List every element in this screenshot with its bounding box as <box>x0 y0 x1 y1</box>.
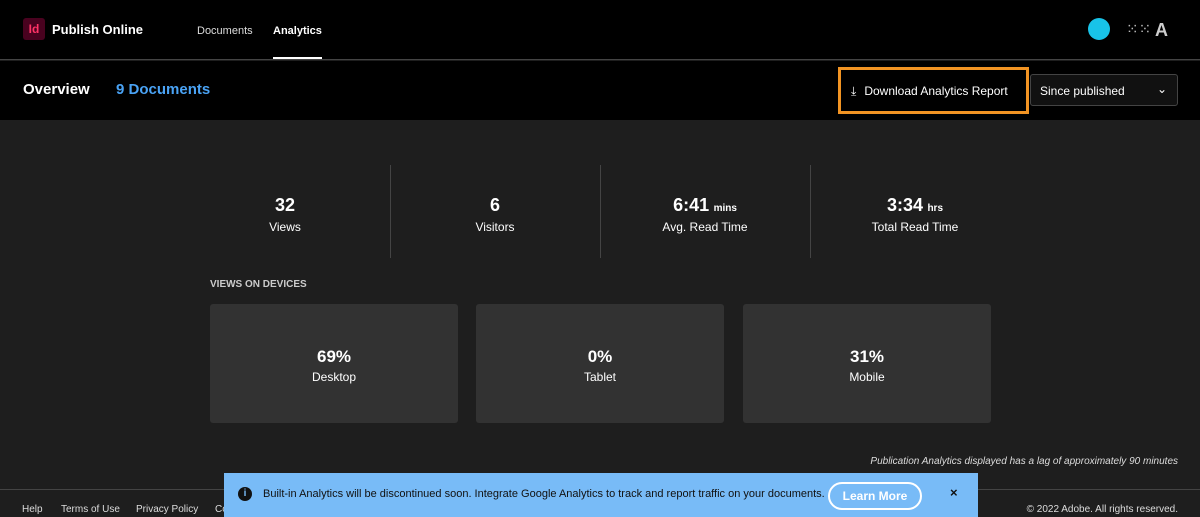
device-label: Mobile <box>849 370 885 384</box>
documents-link[interactable]: 9 Documents <box>116 81 210 98</box>
device-value: 69% <box>316 347 352 366</box>
adobe-logo-icon[interactable]: A <box>1155 20 1168 41</box>
stat-label: Views <box>269 220 301 234</box>
apps-grid-icon[interactable]: ⁙⁙ <box>1126 22 1151 37</box>
top-bar: Id Publish Online Documents Analytics ⁙⁙… <box>0 0 1200 60</box>
info-icon: i <box>238 487 252 501</box>
download-report-button[interactable]: ⤓ Download Analytics Report <box>838 67 1029 114</box>
device-card-tablet: 0% Tablet <box>476 304 724 423</box>
user-avatar[interactable] <box>1088 18 1110 40</box>
stat-avg-read-time: 6:41 mins Avg. Read Time <box>600 195 810 234</box>
device-card-mobile: 31% Mobile <box>743 304 991 423</box>
close-icon[interactable]: × <box>950 485 958 500</box>
date-range-value: Since published <box>1040 84 1125 98</box>
device-label: Tablet <box>583 370 617 384</box>
lag-note: Publication Analytics displayed has a la… <box>870 456 1178 467</box>
copyright: © 2022 Adobe. All rights reserved. <box>1026 504 1178 515</box>
date-range-select[interactable]: Since published ⌄ <box>1030 74 1178 106</box>
discontinue-banner: i Built-in Analytics will be discontinue… <box>224 473 978 517</box>
stat-visitors: 6 Visitors <box>390 195 600 234</box>
device-value: 31% <box>849 347 885 366</box>
tab-documents[interactable]: Documents <box>197 25 253 37</box>
stat-value: 6:41 <box>673 195 710 215</box>
footer-help-link[interactable]: Help <box>22 504 43 515</box>
stat-value: 32 <box>274 195 296 215</box>
subheader: Overview 9 Documents ⤓ Download Analytics… <box>0 61 1200 120</box>
stat-total-read-time: 3:34 hrs Total Read Time <box>810 195 1020 234</box>
learn-more-button[interactable]: Learn More <box>828 482 922 510</box>
indesign-logo: Id <box>23 18 45 40</box>
stat-value: 3:34 <box>886 195 923 215</box>
stat-label: Total Read Time <box>871 220 959 234</box>
devices-heading: VIEWS ON DEVICES <box>210 279 307 290</box>
tab-analytics[interactable]: Analytics <box>273 25 322 59</box>
stat-label: Visitors <box>475 220 515 234</box>
footer-terms-link[interactable]: Terms of Use <box>61 504 120 515</box>
footer-privacy-link[interactable]: Privacy Policy <box>136 504 198 515</box>
banner-text: Built-in Analytics will be discontinued … <box>263 488 825 500</box>
page-title: Overview <box>23 81 90 98</box>
device-value: 0% <box>587 347 613 366</box>
stat-unit: mins <box>713 203 737 214</box>
download-icon: ⤓ <box>851 84 857 98</box>
stat-views: 32 Views <box>180 195 390 234</box>
download-label: Download Analytics Report <box>864 84 1008 98</box>
stat-value: 6 <box>489 195 500 215</box>
stat-label: Avg. Read Time <box>662 220 748 234</box>
chevron-down-icon: ⌄ <box>1156 82 1167 96</box>
stat-unit: hrs <box>927 203 944 214</box>
device-label: Desktop <box>311 370 357 384</box>
app-name: Publish Online <box>52 22 144 37</box>
device-card-desktop: 69% Desktop <box>210 304 458 423</box>
